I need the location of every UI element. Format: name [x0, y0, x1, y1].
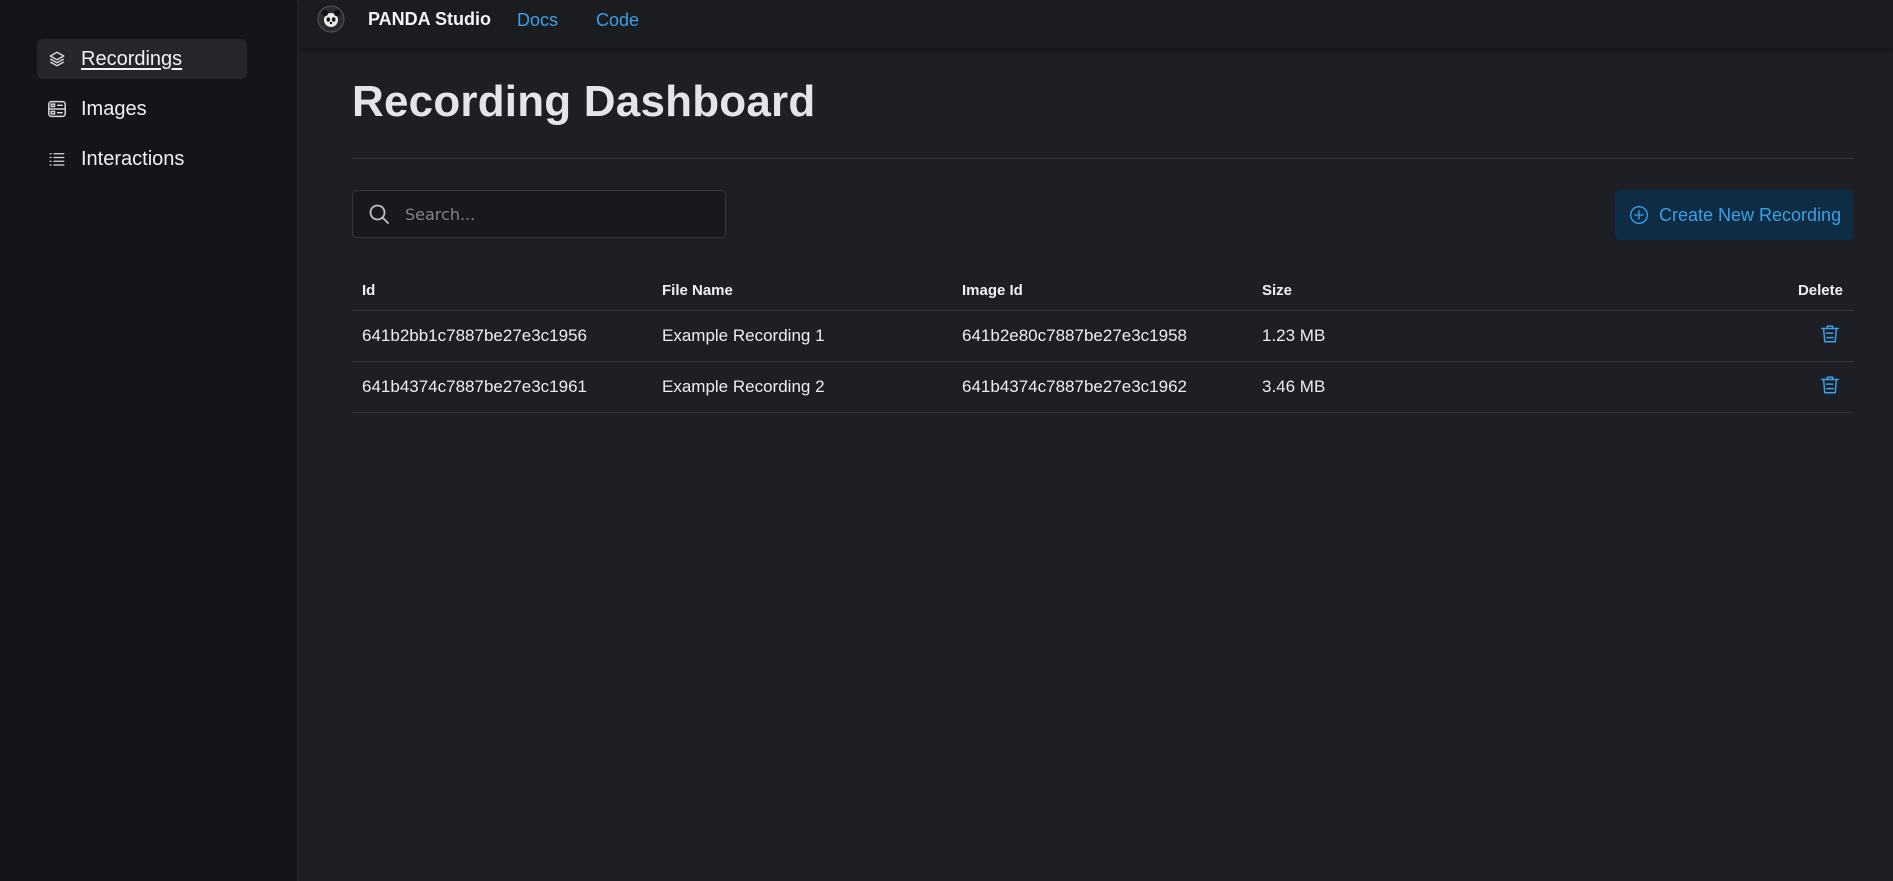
sidebar-item-recordings[interactable]: Recordings [37, 39, 247, 79]
cell-id: 641b2bb1c7887be27e3c1956 [362, 326, 588, 345]
create-new-recording-button[interactable]: Create New Recording [1615, 190, 1853, 240]
create-button-label: Create New Recording [1659, 204, 1842, 225]
sidebar-item-label: Images [81, 97, 147, 120]
column-header-image-id: Image Id [962, 281, 1023, 299]
image-list-icon [46, 98, 68, 120]
sidebar: Recordings Images Interactions [0, 0, 298, 881]
docs-link[interactable]: Docs [517, 10, 558, 31]
trash-icon[interactable] [1819, 323, 1841, 345]
sidebar-item-label: Interactions [81, 147, 185, 170]
table-row[interactable]: 641b4374c7887be27e3c1961 Example Recordi… [352, 362, 1853, 413]
sidebar-item-label: Recordings [81, 47, 183, 70]
cell-id: 641b4374c7887be27e3c1961 [362, 377, 588, 396]
search-icon [367, 202, 391, 226]
list-icon [46, 148, 68, 170]
table-header: Id File Name Image Id Size Delete [352, 270, 1853, 311]
search-input[interactable] [403, 203, 707, 225]
sidebar-item-images[interactable]: Images [37, 89, 247, 129]
panda-logo-icon[interactable] [316, 4, 346, 34]
cell-delete [1552, 374, 1853, 401]
cell-size: 1.23 MB [1262, 326, 1326, 345]
brand-name[interactable]: PANDA Studio [368, 9, 491, 30]
recordings-table: Id File Name Image Id Size Delete 641b2b… [352, 270, 1853, 413]
top-navbar: PANDA Studio Docs Code [298, 0, 1893, 48]
table-row[interactable]: 641b2bb1c7887be27e3c1956 Example Recordi… [352, 311, 1853, 362]
cell-file-name: Example Recording 2 [662, 377, 825, 396]
trash-icon[interactable] [1819, 374, 1841, 396]
cell-delete [1552, 323, 1853, 350]
cell-image-id: 641b4374c7887be27e3c1962 [962, 377, 1188, 396]
cell-size: 3.46 MB [1262, 377, 1326, 396]
column-header-delete: Delete [1797, 281, 1843, 299]
cell-file-name: Example Recording 1 [662, 326, 825, 345]
search-box[interactable] [352, 190, 726, 238]
column-header-file-name: File Name [662, 281, 733, 299]
divider [352, 158, 1853, 159]
code-link[interactable]: Code [596, 10, 639, 31]
plus-circle-icon [1629, 205, 1649, 225]
column-header-size: Size [1262, 281, 1293, 299]
page-title: Recording Dashboard [352, 77, 816, 126]
sidebar-item-interactions[interactable]: Interactions [37, 139, 247, 179]
layers-icon [46, 48, 68, 70]
column-header-id: Id [362, 281, 376, 299]
cell-image-id: 641b2e80c7887be27e3c1958 [962, 326, 1188, 345]
